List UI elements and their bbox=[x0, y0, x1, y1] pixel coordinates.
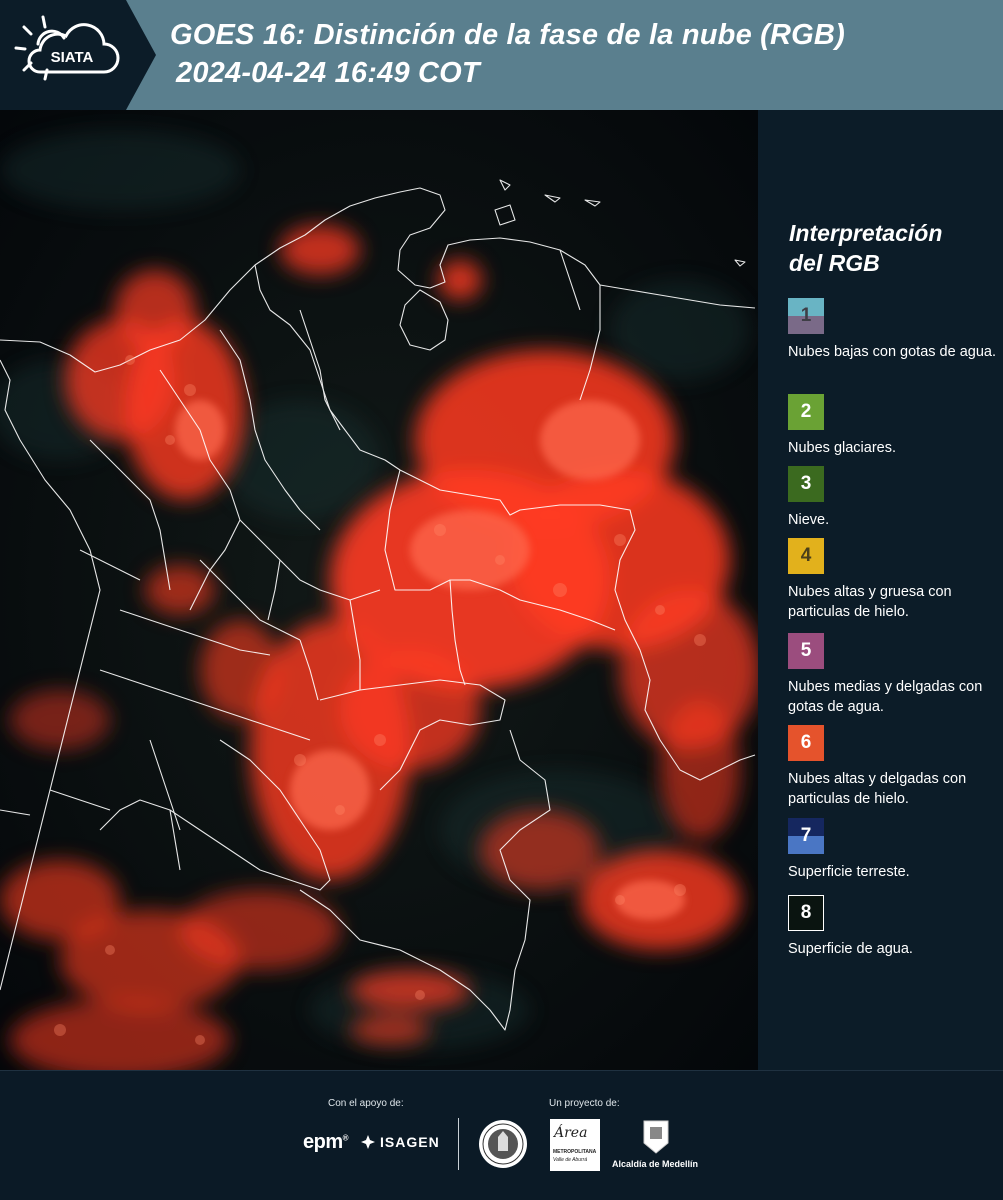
isagen-logo: ISAGEN bbox=[360, 1134, 440, 1150]
footer: Con el apoyo de: Un proyecto de: epm® IS… bbox=[0, 1070, 1003, 1200]
legend-label-1: Nubes bajas con gotas de agua. bbox=[788, 344, 996, 360]
legend-item-7: 7 Superficie terreste. bbox=[788, 818, 1000, 882]
legend-item-3: 3 Nieve. bbox=[788, 466, 1000, 530]
legend-item-8: 8 Superficie de agua. bbox=[788, 895, 1000, 959]
area-metropolitana-logo: Área METROPOLITANA Valle de Aburrá bbox=[550, 1119, 600, 1171]
legend-title: Interpretación del RGB bbox=[789, 220, 943, 276]
title-line-2: 2024-04-24 16:49 COT bbox=[176, 57, 480, 89]
legend-swatch-3: 3 bbox=[788, 466, 824, 502]
legend-label-5: Nubes medias y delgadas con gotas de agu… bbox=[788, 679, 983, 715]
legend-swatch-2: 2 bbox=[788, 394, 824, 430]
support-label: Con el apoyo de: bbox=[328, 1098, 404, 1109]
legend-swatch-4: 4 bbox=[788, 538, 824, 574]
legend-label-4: Nubes altas y gruesa con particulas de h… bbox=[788, 584, 952, 620]
legend-swatch-8: 8 bbox=[788, 895, 824, 931]
legend-label-6: Nubes altas y delgadas con particulas de… bbox=[788, 771, 967, 807]
legend-item-6: 6 Nubes altas y delgadas con particulas … bbox=[788, 725, 1000, 809]
epm-logo: epm® bbox=[303, 1131, 349, 1153]
legend-swatch-5: 5 bbox=[788, 633, 824, 669]
legend-swatch-6: 6 bbox=[788, 725, 824, 761]
header: SIATA GOES 16: Distinción de la fase de … bbox=[0, 0, 1003, 110]
siata-logo: SIATA bbox=[0, 0, 160, 110]
legend-panel: Interpretación del RGB 1 Nubes bajas con… bbox=[758, 110, 1003, 1070]
legend-label-8: Superficie de agua. bbox=[788, 941, 913, 957]
svg-text:SIATA: SIATA bbox=[51, 49, 94, 66]
isagen-icon bbox=[361, 1135, 375, 1149]
legend-label-2: Nubes glaciares. bbox=[788, 440, 896, 456]
legend-item-5: 5 Nubes medias y delgadas con gotas de a… bbox=[788, 633, 1000, 717]
satellite-map bbox=[0, 110, 758, 1070]
legend-item-2: 2 Nubes glaciares. bbox=[788, 394, 1000, 458]
legend-label-7: Superficie terreste. bbox=[788, 864, 910, 880]
legend-label-3: Nieve. bbox=[788, 512, 830, 528]
project-label: Un proyecto de: bbox=[549, 1098, 620, 1109]
footer-divider bbox=[458, 1118, 459, 1170]
legend-swatch-1: 1 bbox=[788, 298, 824, 334]
legend-item-4: 4 Nubes altas y gruesa con particulas de… bbox=[788, 538, 1000, 622]
page-title: GOES 16: Distinción de la fase de la nub… bbox=[170, 16, 845, 92]
alcaldia-label: Alcaldía de Medellín bbox=[612, 1159, 699, 1169]
title-line-1: GOES 16: Distinción de la fase de la nub… bbox=[170, 19, 845, 51]
medellin-seal-icon bbox=[479, 1120, 527, 1168]
alcaldia-shield-icon bbox=[643, 1120, 669, 1154]
legend-swatch-7: 7 bbox=[788, 818, 824, 854]
legend-item-1: 1 Nubes bajas con gotas de agua. bbox=[788, 298, 1000, 362]
